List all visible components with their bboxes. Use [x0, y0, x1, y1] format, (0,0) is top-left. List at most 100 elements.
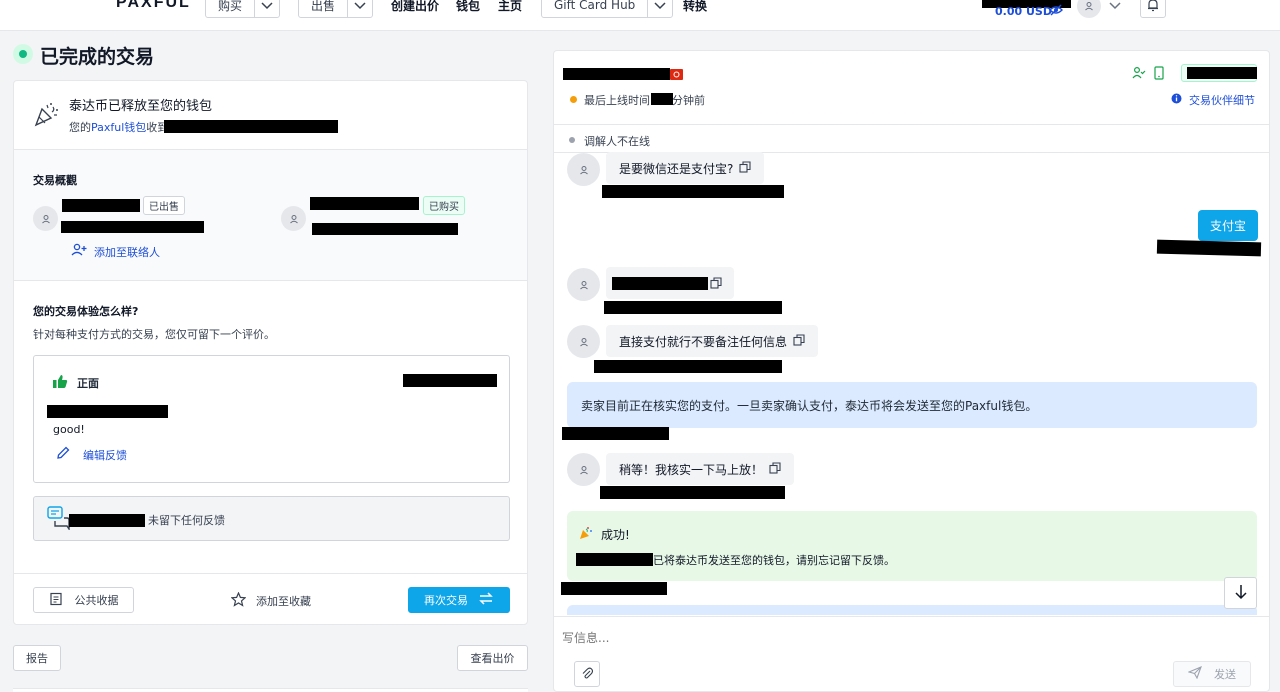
notifications-button[interactable] [1140, 0, 1166, 18]
pencil-icon [56, 446, 70, 463]
balance-amount: 0.00 USD [995, 5, 1052, 18]
partner-details-label: 交易伙伴细节 [1189, 94, 1255, 107]
copy-icon[interactable] [793, 333, 805, 349]
trade-summary-card: 泰达币已释放至您的钱包 您的Paxful钱包收到 交易概觀 已出售 已购买 添加… [13, 80, 528, 625]
trade-again-button[interactable]: 再次交易 [408, 587, 510, 613]
message-bubble: 稍等！我核实一下马上放！ [606, 453, 795, 485]
report-button[interactable]: 报告 [13, 645, 61, 671]
redacted-block [62, 199, 140, 212]
copy-icon[interactable] [769, 461, 781, 477]
swap-icon [478, 592, 494, 608]
partner-feedback-box: 未留下任何反馈 [33, 496, 510, 541]
paxful-logo[interactable]: PAXFUL [116, 0, 191, 12]
mediator-status: 调解人不在线 [584, 135, 650, 148]
message-bubble: 直接支付就行不要备注任何信息 [606, 325, 819, 357]
my-message-bubble: 支付宝 [1198, 210, 1259, 241]
sell-dropdown[interactable]: 出售 [298, 0, 374, 18]
send-button[interactable]: 发送 [1173, 661, 1251, 687]
paperclip-icon [581, 666, 594, 683]
nav-create-offer[interactable]: 创建出价 [391, 0, 439, 14]
copy-icon[interactable] [739, 160, 751, 176]
chevron-down-icon[interactable] [648, 0, 672, 17]
view-offer-button[interactable]: 查看出价 [457, 645, 528, 671]
overview-heading: 交易概觀 [33, 174, 77, 187]
receipt-label: 公共收据 [74, 594, 119, 607]
phone-verified-icon [1153, 66, 1165, 83]
mediator-status-dot [569, 137, 575, 143]
divider [14, 573, 527, 574]
status-dot [13, 44, 33, 64]
partner-avatar [567, 268, 600, 301]
system-message: 卖家目前正在核实您的支付。一旦卖家确认支付，泰达币将会发送至您的Paxful钱包… [567, 382, 1257, 428]
chevron-down-icon[interactable] [348, 0, 372, 17]
redacted-block [1187, 67, 1257, 79]
redacted-block [563, 68, 670, 80]
chevron-down-icon[interactable] [1108, 0, 1122, 13]
wallet-link[interactable]: Paxful钱包 [91, 121, 146, 134]
public-receipt-button[interactable]: 公共收据 [33, 587, 134, 613]
arrow-down-icon [1234, 584, 1248, 603]
success-text: 已将泰达币发送至您的钱包，请别忘记留下反馈。 [653, 554, 895, 567]
nav-wallet[interactable]: 钱包 [456, 0, 480, 14]
thumbs-up-icon [52, 374, 68, 392]
system-message-partial [567, 605, 1257, 615]
view-offer-label: 查看出价 [470, 652, 515, 665]
user-avatar[interactable] [1077, 0, 1101, 18]
partner-avatar [567, 453, 600, 486]
gift-card-hub-dropdown[interactable]: Gift Card Hub [541, 0, 674, 18]
nav-convert[interactable]: 转换 [683, 0, 707, 14]
partner-avatar [567, 153, 600, 186]
send-label: 发送 [1214, 668, 1236, 681]
redacted-block [594, 360, 782, 373]
chevron-down-icon[interactable] [255, 0, 279, 17]
feedback-question: 您的交易体验怎么样? [33, 305, 139, 318]
my-feedback-box: 正面 good! 编辑反馈 [33, 355, 510, 483]
online-status-dot [570, 96, 577, 103]
party-popper-icon [579, 526, 593, 543]
redacted-block [561, 582, 667, 595]
buy-label: 购买 [206, 0, 256, 17]
partner-avatar [567, 325, 600, 358]
success-message: 成功! 已将泰达币发送至您的钱包，请别忘记留下反馈。 [567, 511, 1257, 581]
partner-feedback-text: 未留下任何反馈 [148, 514, 225, 527]
redacted-block [61, 221, 204, 233]
redacted-block [651, 93, 673, 105]
last-online-suffix: 分钟前 [672, 94, 705, 107]
add-contact-button[interactable]: 添加至联络人 [71, 243, 160, 260]
release-text: 您的Paxful钱包收到 [69, 119, 168, 135]
edit-feedback-button[interactable]: 编辑反馈 [56, 446, 127, 463]
redacted-block [602, 185, 784, 198]
trade-again-label: 再次交易 [424, 594, 468, 607]
redacted-block [600, 486, 785, 499]
hong-kong-flag-icon [670, 69, 683, 80]
add-favorite-button[interactable]: 添加至收藏 [230, 591, 311, 610]
copy-icon[interactable] [710, 277, 722, 292]
message-text: 稍等！我核实一下马上放！ [619, 462, 764, 477]
message-text: 支付宝 [1210, 219, 1247, 233]
attach-button[interactable] [574, 661, 600, 687]
redacted-block [612, 277, 708, 290]
partner-details-link[interactable]: 交易伙伴细节 [1171, 92, 1255, 108]
redacted-block [69, 514, 145, 527]
buy-dropdown[interactable]: 购买 [205, 0, 281, 18]
trade-overview-section: 交易概觀 已出售 已购买 添加至联络人 [14, 149, 527, 281]
divider [554, 124, 1269, 125]
top-nav: PAXFUL 购买 出售 创建出价 钱包 主页 Gift Card Hub 转换… [0, 0, 1280, 31]
seller-avatar[interactable] [33, 206, 58, 231]
message-input[interactable] [562, 628, 1162, 648]
message-bubble: 是要微信还是支付宝? [606, 152, 765, 184]
user-plus-icon [71, 243, 87, 260]
chat-bubbles-icon [47, 506, 71, 533]
buyer-avatar[interactable] [281, 206, 306, 231]
divider [554, 616, 1269, 617]
release-title: 泰达币已释放至您的钱包 [69, 99, 213, 114]
eye-off-icon[interactable] [1049, 4, 1063, 19]
redacted-block [1156, 239, 1262, 257]
edit-feedback-label: 编辑反馈 [83, 448, 127, 462]
scroll-bottom-button[interactable] [1224, 577, 1257, 609]
next-card-edge [13, 688, 528, 692]
last-online: 最后上线时间 分钟前 [584, 92, 705, 108]
nav-home[interactable]: 主页 [498, 0, 522, 14]
bell-icon [1146, 0, 1160, 15]
party-popper-icon [33, 101, 59, 130]
